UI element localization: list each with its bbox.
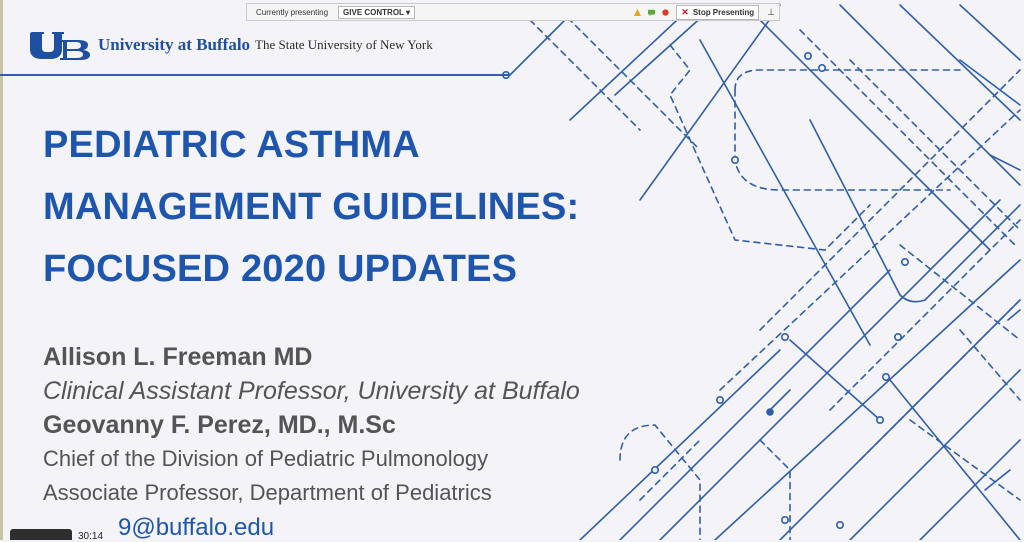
pin-icon[interactable]: ⊥ — [767, 7, 775, 18]
university-header: University at Buffalo The State Universi… — [30, 30, 433, 60]
presenting-status: Currently presenting — [256, 7, 329, 17]
header-rule — [0, 74, 510, 76]
give-control-label: GIVE CONTROL — [343, 7, 404, 17]
chat-icon[interactable] — [648, 9, 656, 16]
record-icon[interactable] — [662, 8, 669, 16]
ub-logo-icon — [30, 32, 90, 60]
title-line-3: FOCUSED 2020 UPDATES — [43, 248, 518, 290]
author-1-role: Clinical Assistant Professor, University… — [43, 377, 580, 405]
university-name: University at Buffalo — [98, 35, 251, 54]
presenting-toolbar: Currently presenting GIVE CONTROL ▾ ✕ Sto… — [246, 3, 780, 21]
close-icon: ✕ — [681, 6, 689, 17]
author-2-role-professor: Associate Professor, Department of Pedia… — [43, 480, 492, 505]
author-2-name: Geovanny F. Perez, MD., M.Sc — [43, 411, 396, 439]
slide-title: PEDIATRIC ASTHMA MANAGEMENT GUIDELINES: … — [43, 114, 683, 300]
player-control-bar[interactable] — [10, 529, 72, 540]
title-line-2: MANAGEMENT GUIDELINES: — [43, 186, 580, 228]
elapsed-time: 30:14 — [78, 531, 104, 542]
authors-block: Allison L. Freeman MD Clinical Assistant… — [43, 340, 743, 540]
give-control-button[interactable]: GIVE CONTROL ▾ — [338, 5, 416, 19]
university-subtitle: The State University of New York — [255, 37, 433, 52]
stop-presenting-label: Stop Presenting — [692, 7, 755, 17]
warning-icon[interactable] — [634, 8, 642, 16]
author-1-name: Allison L. Freeman MD — [43, 343, 313, 371]
author-email[interactable]: 9@buffalo.edu — [118, 512, 743, 540]
presentation-slide: University at Buffalo The State Universi… — [0, 0, 1024, 540]
title-line-1: PEDIATRIC ASTHMA — [43, 124, 420, 166]
author-2-role-chief: Chief of the Division of Pediatric Pulmo… — [43, 446, 489, 471]
stop-presenting-button[interactable]: ✕ Stop Presenting — [676, 4, 760, 20]
